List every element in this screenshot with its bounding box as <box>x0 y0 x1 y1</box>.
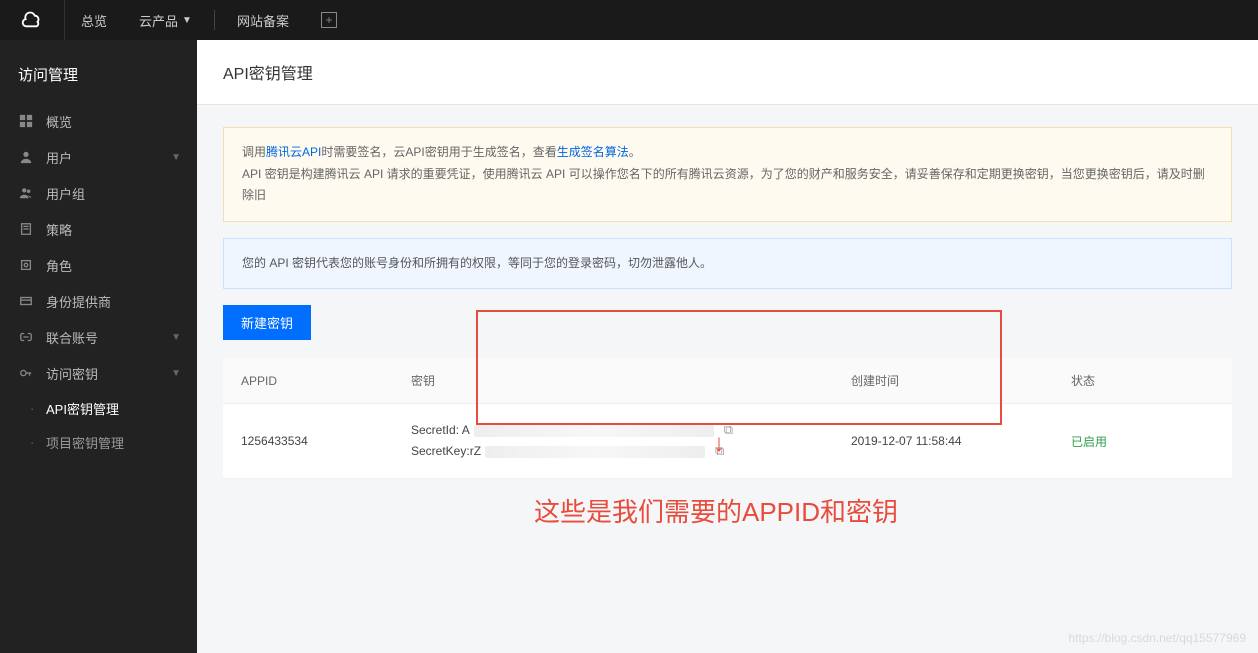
sidebar-label: 策略 <box>46 220 72 239</box>
sidebar-label: 用户组 <box>46 184 85 203</box>
key-table: APPID 密钥 创建时间 状态 1256433534 SecretId: A <box>223 358 1232 479</box>
alert-warning: 调用腾讯云API时需要签名，云API密钥用于生成签名，查看生成签名算法。 API… <box>223 127 1232 222</box>
key-icon <box>18 365 34 381</box>
sidebar-item-user[interactable]: 用户 ▼ <box>0 139 197 175</box>
nav-overview[interactable]: 总览 <box>65 0 123 40</box>
top-bar: 总览 云产品 ▼ 网站备案 + <box>0 0 1258 40</box>
copy-icon[interactable]: ⧉ <box>724 420 733 441</box>
cell-created: 2019-12-07 11:58:44 <box>833 404 1053 479</box>
sidebar-label: 访问密钥 <box>46 364 98 383</box>
nav-beian[interactable]: 网站备案 <box>221 0 305 40</box>
th-secret: 密钥 <box>393 358 833 404</box>
sidebar-sub-project-key[interactable]: 项目密钥管理 <box>0 425 197 459</box>
status-badge: 已启用 <box>1071 435 1107 449</box>
divider <box>214 10 215 30</box>
top-nav: 总览 云产品 ▼ 网站备案 + <box>65 0 353 40</box>
nav-products-label: 云产品 <box>139 11 178 30</box>
sidebar-label: 身份提供商 <box>46 292 111 311</box>
provider-icon <box>18 293 34 309</box>
table-row: 1256433534 SecretId: A ⧉ SecretKey:rZ <box>223 404 1232 479</box>
plus-icon: + <box>321 12 337 28</box>
page-title: API密钥管理 <box>223 60 1232 84</box>
th-created: 创建时间 <box>833 358 1053 404</box>
users-icon <box>18 185 34 201</box>
page-header: API密钥管理 <box>197 40 1258 105</box>
link-signature[interactable]: 生成签名算法 <box>557 145 629 159</box>
grid-icon <box>18 113 34 129</box>
role-icon <box>18 257 34 273</box>
chevron-down-icon: ▼ <box>171 368 181 379</box>
logo[interactable] <box>0 0 65 40</box>
sidebar-title: 访问管理 <box>0 52 197 103</box>
nav-products[interactable]: 云产品 ▼ <box>123 0 208 40</box>
content: API密钥管理 调用腾讯云API时需要签名，云API密钥用于生成签名，查看生成签… <box>197 40 1258 653</box>
sidebar-item-idp[interactable]: 身份提供商 <box>0 283 197 319</box>
sidebar: 访问管理 概览 用户 ▼ 用户组 策略 角色 身份提供商 联合账号 <box>0 40 197 653</box>
document-icon <box>18 221 34 237</box>
sidebar-item-accesskey[interactable]: 访问密钥 ▼ <box>0 355 197 391</box>
sidebar-item-role[interactable]: 角色 <box>0 247 197 283</box>
sidebar-item-federated[interactable]: 联合账号 ▼ <box>0 319 197 355</box>
th-status: 状态 <box>1053 358 1232 404</box>
sidebar-label: 角色 <box>46 256 72 275</box>
cell-status: 已启用 <box>1053 404 1232 479</box>
new-key-button[interactable]: 新建密钥 <box>223 305 311 340</box>
secret-key-masked <box>485 446 705 458</box>
sidebar-sub-api-key[interactable]: API密钥管理 <box>0 391 197 425</box>
sidebar-label: 概览 <box>46 112 72 131</box>
cell-appid: 1256433534 <box>223 404 393 479</box>
user-icon <box>18 149 34 165</box>
cell-secret: SecretId: A ⧉ SecretKey:rZ ⧉ <box>393 404 833 479</box>
sidebar-item-usergroup[interactable]: 用户组 <box>0 175 197 211</box>
link-icon <box>18 329 34 345</box>
cloud-icon <box>21 9 43 31</box>
chevron-down-icon: ▼ <box>171 152 181 163</box>
secret-id-masked <box>474 425 714 437</box>
chevron-down-icon: ▼ <box>171 332 181 343</box>
th-appid: APPID <box>223 358 393 404</box>
chevron-down-icon: ▼ <box>182 15 192 26</box>
sidebar-item-policy[interactable]: 策略 <box>0 211 197 247</box>
nav-add[interactable]: + <box>305 0 353 40</box>
link-api[interactable]: 腾讯云API <box>266 145 321 159</box>
sidebar-item-overview[interactable]: 概览 <box>0 103 197 139</box>
sidebar-label: 联合账号 <box>46 328 98 347</box>
alert-info: 您的 API 密钥代表您的账号身份和所拥有的权限，等同于您的登录密码，切勿泄露他… <box>223 238 1232 290</box>
sidebar-label: 用户 <box>46 148 72 167</box>
copy-icon[interactable]: ⧉ <box>715 441 724 462</box>
